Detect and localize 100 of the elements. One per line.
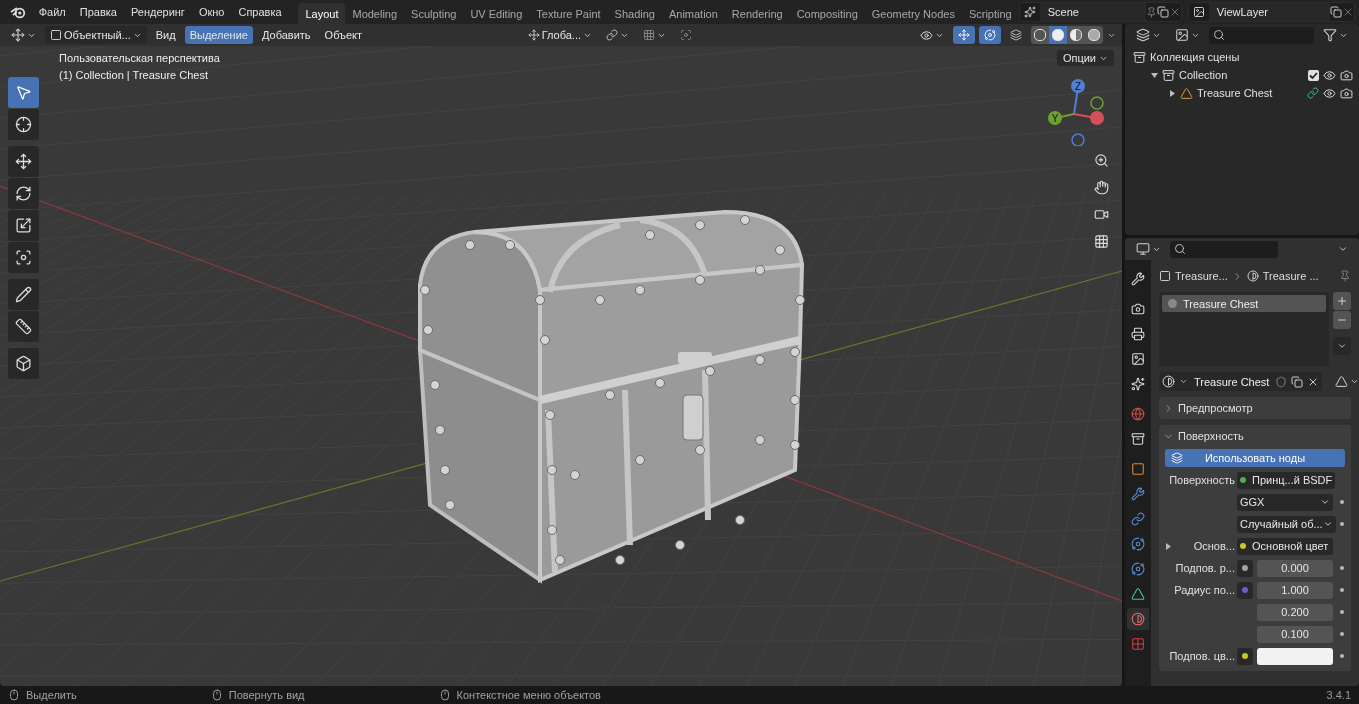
eye-icon bbox=[920, 28, 933, 42]
object-mode-icon bbox=[50, 29, 62, 41]
options-dropdown[interactable]: Опции bbox=[1056, 50, 1114, 66]
workspace-tab[interactable]: Geometry Nodes bbox=[864, 3, 962, 24]
tool-button[interactable] bbox=[8, 242, 39, 273]
expand-triangle-icon[interactable] bbox=[1164, 542, 1172, 550]
filter-icon bbox=[1323, 28, 1337, 42]
number-field[interactable]: 0.200 bbox=[1257, 603, 1333, 621]
outliner-item[interactable]: Treasure Chest bbox=[1197, 87, 1303, 99]
search-field[interactable] bbox=[1170, 240, 1278, 258]
tool-button[interactable] bbox=[8, 279, 39, 310]
object-icon bbox=[1159, 270, 1171, 282]
collection-icon bbox=[1162, 68, 1175, 82]
tool-button[interactable] bbox=[8, 178, 39, 209]
status-hint: Выделить bbox=[26, 689, 77, 701]
workspace-tab[interactable]: Compositing bbox=[789, 3, 865, 24]
workspace-tab[interactable]: Scripting bbox=[961, 3, 1019, 24]
copy-icon bbox=[1156, 6, 1169, 18]
tool-button[interactable] bbox=[8, 146, 39, 177]
collection-icon bbox=[1133, 50, 1146, 64]
tool-button[interactable] bbox=[8, 311, 39, 342]
workspace-tab[interactable]: Modeling bbox=[345, 3, 405, 24]
header-menu[interactable]: Объект bbox=[319, 26, 368, 44]
scale-icon bbox=[15, 217, 32, 234]
mouse-icon bbox=[210, 689, 223, 701]
shading-mode-button[interactable] bbox=[1049, 26, 1067, 44]
gizmo-toggle[interactable] bbox=[953, 26, 975, 44]
navigation-gizmo[interactable]: Z Y bbox=[1040, 76, 1110, 146]
status-hint: Повернуть вид bbox=[228, 689, 305, 701]
material-selector[interactable]: Treasure Chest bbox=[1159, 372, 1323, 391]
number-field[interactable]: 0.000 bbox=[1257, 559, 1333, 577]
dropdown[interactable]: GGX bbox=[1237, 493, 1333, 511]
header-menu[interactable]: Добавить bbox=[256, 26, 316, 44]
workspace-tab[interactable]: Layout bbox=[298, 3, 346, 24]
socket-button[interactable] bbox=[1237, 559, 1253, 577]
panel-header[interactable]: Предпросмотр bbox=[1159, 397, 1351, 419]
property-label: Подпов. р... bbox=[1174, 562, 1235, 574]
material-slot[interactable]: Treasure Chest bbox=[1162, 295, 1326, 312]
breadcrumb-item: Treasure ... bbox=[1262, 270, 1319, 282]
copy-icon bbox=[1291, 375, 1304, 388]
keyframe-dot bbox=[1340, 500, 1344, 504]
tool-button[interactable] bbox=[8, 348, 39, 379]
menu-item[interactable]: Правка bbox=[72, 3, 124, 21]
orientation-dropdown[interactable]: Глоба... bbox=[522, 26, 597, 44]
socket-link-field[interactable]: Принц...й BSDF bbox=[1237, 471, 1336, 489]
shading-mode-button[interactable] bbox=[1031, 26, 1049, 44]
dropdown[interactable]: Случайный об... bbox=[1237, 515, 1336, 533]
header-menu[interactable]: Вид bbox=[150, 26, 181, 44]
socket-link-field[interactable]: Основной цвет bbox=[1237, 537, 1333, 555]
workspace-tab[interactable]: Animation bbox=[661, 3, 725, 24]
overlay-toggle[interactable] bbox=[979, 26, 1001, 44]
workspace-tab[interactable]: UV Editing bbox=[463, 3, 530, 24]
outliner-item[interactable]: Collection bbox=[1179, 69, 1304, 81]
number-field[interactable]: 1.000 bbox=[1257, 581, 1333, 599]
tool-button[interactable] bbox=[8, 109, 39, 140]
render-camera-icon bbox=[1340, 68, 1353, 82]
workspace-tab[interactable]: Sculpting bbox=[404, 3, 464, 24]
scene-selector[interactable]: Scene bbox=[1018, 2, 1182, 22]
shading-mode-button[interactable] bbox=[1085, 26, 1103, 44]
workspace-tab[interactable]: Shading bbox=[607, 3, 662, 24]
disclosure-triangle-icon[interactable] bbox=[1151, 71, 1158, 79]
disclosure-triangle-icon[interactable] bbox=[1169, 89, 1176, 97]
copy-icon bbox=[1330, 6, 1342, 18]
menu-item[interactable]: Рендеринг bbox=[123, 3, 192, 21]
menu-item[interactable]: Окно bbox=[191, 3, 232, 21]
workspace-tab[interactable]: Rendering bbox=[724, 3, 790, 24]
mode-dropdown[interactable]: Объектный... bbox=[45, 26, 147, 44]
keyframe-dot bbox=[1340, 610, 1344, 614]
mesh-icon bbox=[1180, 86, 1193, 100]
remove-slot-button[interactable] bbox=[1333, 311, 1351, 329]
mesh-data-icon bbox=[1335, 375, 1349, 388]
keyframe-dot bbox=[1340, 654, 1344, 658]
number-field[interactable]: 0.100 bbox=[1257, 625, 1333, 643]
caret-icon bbox=[1337, 341, 1347, 351]
blender-logo-icon[interactable] bbox=[10, 5, 26, 19]
render-camera-icon bbox=[1340, 86, 1353, 100]
color-swatch[interactable] bbox=[1257, 647, 1333, 665]
exclude-checkbox[interactable] bbox=[1308, 69, 1319, 81]
version-label: 3.4.1 bbox=[1326, 689, 1351, 701]
menu-item[interactable]: Справка bbox=[231, 3, 289, 21]
mouse-icon bbox=[8, 689, 20, 701]
keyframe-dot bbox=[1340, 566, 1344, 570]
add-slot-button[interactable] bbox=[1333, 292, 1351, 310]
search-field[interactable] bbox=[1209, 26, 1314, 44]
panel-header[interactable]: Поверхность bbox=[1159, 425, 1351, 447]
workspace-tab[interactable]: Texture Paint bbox=[529, 3, 608, 24]
tool-button[interactable] bbox=[8, 210, 39, 241]
status-hint: Контекстное меню объектов bbox=[456, 689, 601, 701]
use-nodes-button[interactable]: Использовать ноды bbox=[1165, 449, 1345, 467]
ruler-icon bbox=[15, 318, 32, 335]
socket-button[interactable] bbox=[1237, 647, 1253, 665]
pencil-icon bbox=[15, 286, 32, 303]
hand-icon bbox=[1093, 179, 1109, 195]
breadcrumb-item: Treasure... bbox=[1175, 270, 1228, 282]
search-icon bbox=[1213, 29, 1225, 41]
shading-mode-button[interactable] bbox=[1067, 26, 1085, 44]
outliner-item[interactable]: Коллекция сцены bbox=[1150, 51, 1353, 63]
view-layer-selector[interactable]: ViewLayer bbox=[1187, 2, 1355, 22]
header-menu[interactable]: Выделение bbox=[184, 26, 253, 44]
menu-item[interactable]: Файл bbox=[31, 3, 73, 21]
